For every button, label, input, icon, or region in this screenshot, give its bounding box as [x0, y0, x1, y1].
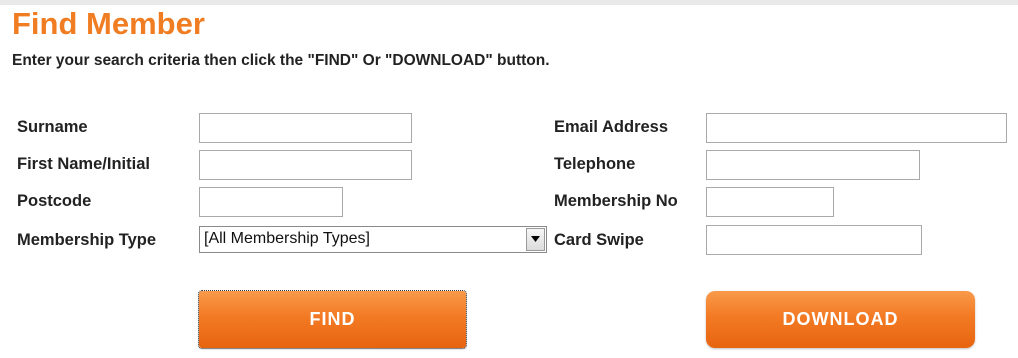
download-button[interactable]: DOWNLOAD — [706, 291, 975, 348]
dropdown-arrow-button[interactable] — [526, 228, 545, 251]
email-address-label: Email Address — [554, 118, 669, 136]
find-button[interactable]: FIND — [198, 290, 467, 349]
membership-type-label: Membership Type — [17, 231, 157, 249]
postcode-label: Postcode — [17, 192, 92, 210]
surname-input[interactable] — [199, 113, 412, 143]
email-address-input[interactable] — [706, 113, 1007, 143]
top-divider — [0, 0, 1018, 5]
surname-label: Surname — [17, 118, 88, 136]
telephone-label: Telephone — [554, 155, 636, 173]
membership-no-label: Membership No — [554, 192, 678, 210]
page-title: Find Member — [12, 6, 205, 41]
card-swipe-label: Card Swipe — [554, 231, 644, 249]
first-name-input[interactable] — [199, 150, 412, 180]
first-name-label: First Name/Initial — [17, 155, 150, 173]
postcode-input[interactable] — [199, 187, 343, 217]
membership-type-select[interactable]: [All Membership Types] — [199, 226, 547, 253]
membership-type-selected-value: [All Membership Types] — [204, 230, 370, 247]
membership-no-input[interactable] — [706, 187, 834, 217]
chevron-down-icon — [531, 236, 540, 242]
page-instructions: Enter your search criteria then click th… — [12, 52, 550, 69]
card-swipe-input[interactable] — [706, 225, 922, 255]
telephone-input[interactable] — [706, 150, 920, 180]
